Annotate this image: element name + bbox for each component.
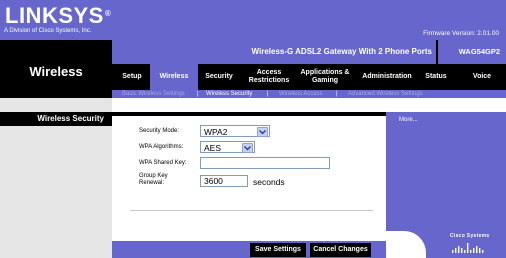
subtab-wireless-security[interactable]: Wireless Security <box>206 90 252 98</box>
tab-security[interactable]: Security <box>199 64 239 90</box>
cancel-changes-button[interactable]: Cancel Changes <box>310 243 371 257</box>
cisco-systems-logo-text: Cisco Systems <box>450 233 490 239</box>
tab-administration[interactable]: Administration <box>356 64 418 90</box>
firmware-version: Firmware Version: 2.01.00 <box>423 30 499 37</box>
subtab-wireless-access[interactable]: Wireless Access <box>279 90 323 98</box>
tab-access-restrictions[interactable]: Access Restrictions <box>244 64 294 90</box>
security-mode-label: Security Mode: <box>139 128 180 134</box>
chevron-down-icon <box>257 127 268 137</box>
security-mode-select[interactable]: WPA2 Professional <box>200 125 270 149</box>
cisco-bridge-logo-icon <box>452 243 484 253</box>
subtab-advanced-wireless-settings[interactable]: Advanced Wireless Settings <box>348 90 423 98</box>
more-help-link[interactable]: More... <box>399 117 418 123</box>
group-key-renewal-label: Group Key Renewal: <box>139 173 168 186</box>
tab-voice[interactable]: Voice <box>462 64 502 90</box>
wpa-shared-key-label: WPA Shared Key: <box>139 160 187 166</box>
model-divider <box>436 40 438 64</box>
wpa-algorithms-label: WPA Algorithms: <box>139 144 184 150</box>
group-key-renewal-units: seconds <box>253 177 285 187</box>
subtab-basic-wireless-settings[interactable]: Basic Wireless Settings <box>122 90 185 98</box>
tab-setup[interactable]: Setup <box>116 64 148 90</box>
tab-wireless[interactable]: Wireless <box>150 64 198 90</box>
save-settings-button[interactable]: Save Settings <box>250 243 306 257</box>
content-divider <box>130 210 373 211</box>
product-name: Wireless-G ADSL2 Gateway With 2 Phone Po… <box>251 47 433 56</box>
group-key-renewal-input[interactable]: 3600 <box>200 175 248 187</box>
model-number: WAG54GP2 <box>458 47 500 56</box>
subtab-separator: | <box>336 91 338 97</box>
wpa-algorithms-select[interactable]: AES <box>200 141 255 153</box>
subtab-separator: | <box>197 91 199 97</box>
subtab-separator: | <box>267 91 269 97</box>
brand-tagline: A Division of Cisco Systems, Inc. <box>4 28 92 34</box>
content-top-bar <box>112 112 386 116</box>
chevron-down-icon <box>242 143 253 153</box>
page-title: Wireless <box>29 64 83 79</box>
tab-status[interactable]: Status <box>421 64 451 90</box>
wpa-shared-key-input[interactable] <box>200 157 330 169</box>
linksys-logo: LINKSYS® <box>5 3 112 28</box>
section-label-wireless-security: Wireless Security <box>37 114 104 123</box>
tab-applications-gaming[interactable]: Applications & Gaming <box>298 64 352 90</box>
